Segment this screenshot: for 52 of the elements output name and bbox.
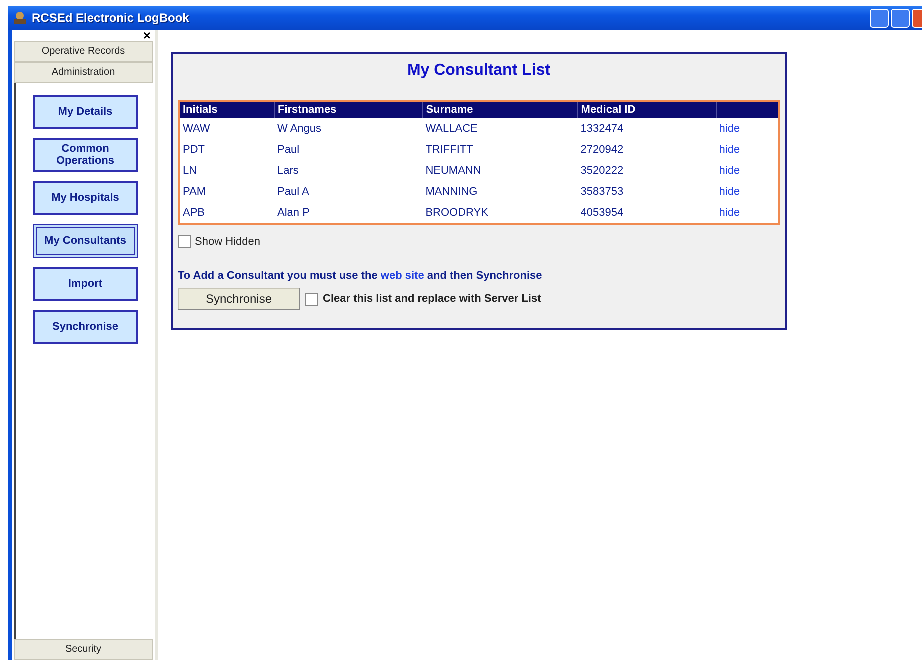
- column-header: Medical ID: [578, 101, 716, 118]
- section-header[interactable]: Administration: [14, 62, 153, 83]
- window-title: RCSEd Electronic LogBook: [32, 11, 190, 25]
- table-cell: TRIFFITT: [426, 144, 474, 156]
- table-cell: 3583753: [580, 186, 624, 198]
- nav-button[interactable]: Common Operations: [33, 138, 138, 172]
- web-site-link[interactable]: web site: [380, 270, 424, 282]
- nav-button[interactable]: Import: [33, 267, 138, 301]
- close-button[interactable]: [912, 8, 922, 28]
- column-header: Firstnames: [274, 101, 423, 118]
- table-cell: Paul A: [278, 186, 310, 198]
- panel-title: My Consultant List: [406, 62, 552, 80]
- close-pane-button[interactable]: ×: [143, 30, 155, 41]
- nav-button[interactable]: My Details: [33, 95, 138, 129]
- nav-button[interactable]: My Hospitals: [33, 181, 138, 215]
- table-cell: PAM: [183, 186, 206, 198]
- table-cell: Paul: [278, 144, 300, 156]
- nav-button[interactable]: Synchronise: [33, 310, 138, 344]
- app-icon: [12, 11, 28, 25]
- column-header: Surname: [422, 101, 578, 118]
- section-header[interactable]: Security: [14, 639, 153, 660]
- table-cell: 2720942: [580, 144, 624, 156]
- instruction-text: To Add a Consultant you must use the web site and then Synchronise: [178, 270, 544, 282]
- table-cell: Lars: [278, 164, 299, 176]
- table-cell: BROODRYK: [426, 206, 488, 218]
- table-cell: 1332474: [580, 122, 624, 134]
- table-cell: 3520222: [580, 164, 624, 176]
- table-cell: APB: [183, 206, 206, 218]
- checkbox[interactable]: [178, 235, 191, 248]
- minimize-button[interactable]: [870, 8, 889, 28]
- maximize-button[interactable]: [891, 8, 910, 28]
- checkbox[interactable]: [305, 292, 318, 306]
- hide-link[interactable]: hide: [719, 144, 740, 156]
- nav-button[interactable]: My Consultants: [33, 224, 138, 258]
- table-cell: LN: [183, 164, 198, 176]
- table-cell: Alan P: [278, 206, 310, 218]
- section-header[interactable]: Operative Records: [14, 41, 153, 62]
- checkbox-label: Show Hidden: [195, 236, 260, 248]
- hide-link[interactable]: hide: [719, 186, 740, 198]
- checkbox-label: Clear this list and replace with Server List: [323, 293, 542, 305]
- table-cell: WALLACE: [426, 122, 478, 134]
- synchronise-button[interactable]: Synchronise: [178, 288, 300, 310]
- table-cell: 4053954: [580, 206, 624, 218]
- table-cell: WAW: [183, 122, 210, 134]
- table-cell: PDT: [183, 144, 205, 156]
- table-cell: W Angus: [278, 122, 322, 134]
- hide-link[interactable]: hide: [719, 122, 740, 134]
- hide-link[interactable]: hide: [719, 206, 740, 218]
- column-header: Initials: [179, 101, 274, 118]
- table-cell: MANNING: [426, 186, 478, 198]
- table-cell: NEUMANN: [426, 164, 482, 176]
- hide-link[interactable]: hide: [719, 164, 740, 176]
